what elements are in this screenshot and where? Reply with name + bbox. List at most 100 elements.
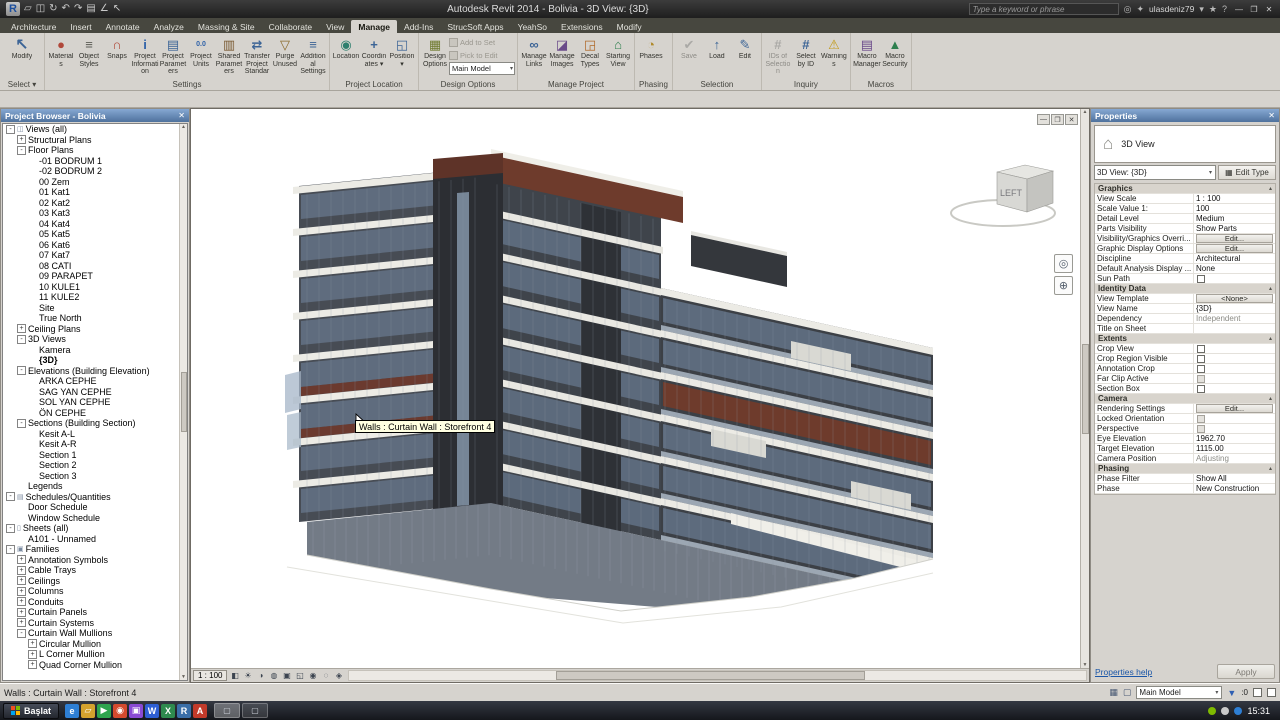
tree-expander-icon[interactable]: -	[17, 418, 26, 428]
building-3d-model[interactable]	[191, 149, 1080, 668]
search-input[interactable]: Type a keyword or phrase	[968, 3, 1119, 15]
active-design-option-combo[interactable]: Main Model ▾	[449, 62, 515, 75]
print-icon[interactable]: ▤	[86, 2, 95, 16]
tree-expander-icon[interactable]: +	[28, 660, 37, 670]
user-chevron-down-icon[interactable]: ▾	[1199, 4, 1204, 15]
far-clip-active-checkbox[interactable]	[1197, 374, 1205, 383]
tree-item-conduits[interactable]: + Conduits	[3, 597, 179, 608]
shadows-icon[interactable]: ◑	[254, 670, 267, 681]
tab-architecture[interactable]: Architecture	[4, 20, 63, 33]
start-button[interactable]: Başlat	[3, 702, 60, 719]
edit-type-button[interactable]: ▦ Edit Type	[1218, 165, 1276, 180]
view-scale-button[interactable]: 1 : 100	[193, 670, 228, 681]
tab-view[interactable]: View	[319, 20, 351, 33]
redo-icon[interactable]: ↷	[74, 2, 82, 16]
project-browser-header[interactable]: Project Browser - Bolivia ✕	[1, 109, 189, 122]
panel-label-design-options[interactable]: Design Options	[419, 79, 517, 90]
snaps-button[interactable]: ∩ Snaps	[103, 35, 131, 76]
manage-images-button[interactable]: ◪ Manage Images	[548, 35, 576, 76]
location-button[interactable]: ◉ Location	[332, 35, 360, 76]
tree-expander-icon[interactable]: +	[17, 618, 26, 628]
project-units-button[interactable]: 0.0 Project Units	[187, 35, 215, 76]
crop-region-icon[interactable]: ◱	[293, 670, 306, 681]
tree-item-sheets-all[interactable]: - ▯ Sheets (all)	[3, 523, 179, 534]
crop-region-visible-checkbox[interactable]	[1197, 354, 1205, 363]
tree-item-04-kat4[interactable]: 04 Kat4	[3, 219, 179, 230]
tree-item-01-kat1[interactable]: 01 Kat1	[3, 187, 179, 198]
property-section-phasing[interactable]: Phasing ▴	[1095, 464, 1275, 474]
ids-of-selection-button[interactable]: # IDs of Selection	[764, 35, 792, 76]
panel-label-inquiry[interactable]: Inquiry	[762, 79, 850, 90]
project-parameters-button[interactable]: ▤ Project Parameters	[159, 35, 187, 76]
tree-expander-icon[interactable]: -	[17, 334, 26, 344]
tree-item-columns[interactable]: + Columns	[3, 586, 179, 597]
position-button[interactable]: ◱ Position ▾	[388, 35, 416, 76]
save-button[interactable]: ✔ Save	[675, 35, 703, 76]
revit-logo-icon[interactable]: R	[6, 2, 20, 16]
property-section-extents[interactable]: Extents ▴	[1095, 334, 1275, 344]
tree-expander-icon[interactable]: +	[28, 649, 37, 659]
tab-modify[interactable]: Modify	[610, 20, 649, 33]
scrollbar-thumb[interactable]	[1081, 343, 1089, 434]
tab-manage[interactable]: Manage	[351, 20, 398, 33]
perspective-checkbox[interactable]	[1197, 424, 1205, 433]
tree-expander-icon[interactable]: -	[6, 544, 15, 554]
warnings-button[interactable]: ⚠ Warnings	[820, 35, 848, 76]
coordinates-button[interactable]: + Coordinates ▾	[360, 35, 388, 76]
tree-expander-icon[interactable]: -	[17, 366, 26, 376]
scrollbar-thumb[interactable]	[180, 372, 187, 432]
excel-icon[interactable]: X	[161, 703, 176, 718]
measure-icon[interactable]: ∠	[100, 2, 109, 16]
crop-view-checkbox[interactable]	[1197, 344, 1205, 353]
phases-button[interactable]: ◔ Phases	[637, 35, 665, 76]
viewport-horizontal-scrollbar[interactable]	[348, 670, 1087, 681]
tree-item-06-kat6[interactable]: 06 Kat6	[3, 240, 179, 251]
shared-parameters-button[interactable]: ▥ Shared Parameters	[215, 35, 243, 76]
macro-manager-button[interactable]: ▤ Macro Manager	[853, 35, 881, 76]
tree-item-3d-views[interactable]: -3D Views	[3, 334, 179, 345]
scroll-down-icon[interactable]: ▼	[181, 674, 186, 680]
close-icon[interactable]: ✕	[178, 111, 185, 120]
tree-item-door-schedule[interactable]: Door Schedule	[3, 502, 179, 513]
tree-item-11-kule2[interactable]: 11 KULE2	[3, 292, 179, 303]
autocad-icon[interactable]: A	[193, 703, 208, 718]
tree-item-kesit-a-r[interactable]: Kesit A-R	[3, 439, 179, 450]
design-options-button[interactable]: ▦ Design Options	[421, 35, 449, 76]
panel-label-select[interactable]: Select ▾	[0, 79, 44, 90]
panel-label-project-location[interactable]: Project Location	[330, 79, 418, 90]
tree-item-floor-plans[interactable]: - Floor Plans	[3, 145, 179, 156]
tree-item-02-bodrum-2[interactable]: -02 BODRUM 2	[3, 166, 179, 177]
tree-item-true-north[interactable]: True North	[3, 313, 179, 324]
signed-in-user[interactable]: ulasdeniz79	[1149, 4, 1194, 14]
tree-item-n-cephe[interactable]: ÖN CEPHE	[3, 408, 179, 419]
project-information-button[interactable]: i Project Information	[131, 35, 159, 76]
materials-button[interactable]: ● Materials	[47, 35, 75, 76]
tree-item-section-1[interactable]: Section 1	[3, 450, 179, 461]
view-template-button[interactable]: <None>	[1196, 294, 1273, 303]
type-selector[interactable]: ⌂ 3D View	[1094, 125, 1276, 163]
restore-icon[interactable]: ❐	[1051, 114, 1064, 125]
tree-item-07-kat7[interactable]: 07 Kat7	[3, 250, 179, 261]
tree-expander-icon[interactable]: -	[6, 523, 15, 533]
volume-icon[interactable]	[1221, 706, 1230, 715]
filter-icon[interactable]: ▼	[1227, 688, 1236, 698]
viewcube[interactable]: LEFT	[996, 164, 1055, 213]
tree-item-structural-plans[interactable]: + Structural Plans	[3, 135, 179, 146]
scroll-up-icon[interactable]: ▲	[181, 124, 186, 130]
search-icon[interactable]: ◎	[1124, 4, 1132, 15]
panel-label-phasing[interactable]: Phasing	[635, 79, 672, 90]
property-section-graphics[interactable]: Graphics ▴	[1095, 184, 1275, 194]
panel-label-settings[interactable]: Settings	[45, 79, 329, 90]
scroll-up-icon[interactable]: ▲	[1083, 109, 1088, 115]
sun-path-icon[interactable]: ☀	[241, 670, 254, 681]
temporary-hide-isolate-icon[interactable]: ◉	[306, 670, 319, 681]
chrome-icon[interactable]: ◉	[113, 703, 128, 718]
media-player-icon[interactable]: ▶	[97, 703, 112, 718]
tree-item-curtain-panels[interactable]: + Curtain Panels	[3, 607, 179, 618]
update-icon[interactable]	[1234, 706, 1243, 715]
word-icon[interactable]: W	[145, 703, 160, 718]
tree-expander-icon[interactable]: +	[17, 597, 26, 607]
object-styles-button[interactable]: ≡ Object Styles	[75, 35, 103, 76]
tree-item-section-3[interactable]: Section 3	[3, 471, 179, 482]
property-section-identity-data[interactable]: Identity Data ▴	[1095, 284, 1275, 294]
